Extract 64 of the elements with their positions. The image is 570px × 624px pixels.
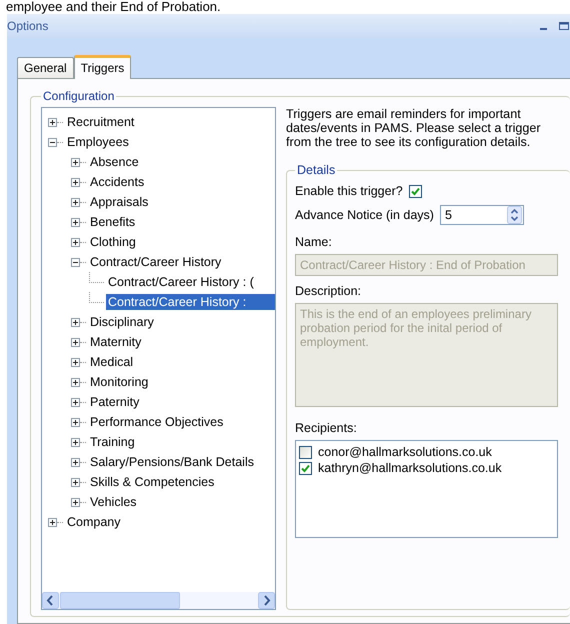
name-label: Name: [295, 235, 333, 249]
group-title: Details [296, 163, 336, 177]
expand-icon[interactable] [71, 318, 80, 326]
scroll-thumb[interactable] [60, 592, 180, 609]
collapse-icon[interactable] [48, 138, 57, 146]
expand-icon[interactable] [71, 458, 80, 466]
tree-item[interactable]: Training [88, 434, 137, 450]
tree-item[interactable]: Disciplinary [88, 314, 156, 330]
tree-item[interactable]: Monitoring [88, 374, 150, 390]
recipient-email: conor@hallmarksolutions.co.uk [318, 445, 492, 459]
tree-item[interactable]: Maternity [88, 334, 144, 350]
tree-item[interactable]: Contract/Career History [88, 254, 224, 270]
checkbox[interactable] [299, 446, 312, 458]
checkbox[interactable] [299, 462, 312, 474]
tree-item[interactable]: Company [65, 514, 122, 530]
expand-icon[interactable] [48, 118, 57, 126]
expand-icon[interactable] [71, 498, 80, 506]
intro-text: Triggers are email reminders for important dates/events in PAMS. Please select a trigger from the tree to see its configuration details. [286, 107, 542, 149]
tree-item[interactable]: Clothing [88, 234, 138, 250]
horizontal-scrollbar[interactable] [42, 592, 275, 609]
expand-icon[interactable] [71, 398, 80, 406]
tree-item[interactable]: Accidents [88, 174, 146, 190]
expand-icon[interactable] [71, 418, 80, 426]
expand-icon[interactable] [71, 178, 80, 186]
expand-icon[interactable] [71, 378, 80, 386]
expand-icon[interactable] [71, 218, 80, 226]
tree-item[interactable]: Contract/Career History : ( [106, 274, 256, 290]
expand-icon[interactable] [71, 438, 80, 446]
enable-label: Enable this trigger? [295, 184, 403, 198]
expand-icon[interactable] [71, 338, 80, 346]
maximize-icon[interactable] [558, 20, 570, 32]
tree-item[interactable]: Performance Objectives [88, 414, 226, 430]
spin-arrows-icon[interactable] [506, 206, 522, 224]
tree-item[interactable]: Medical [88, 354, 136, 370]
checkbox[interactable] [408, 184, 422, 198]
expand-icon[interactable] [71, 478, 80, 486]
tree-item[interactable]: Paternity [88, 394, 142, 410]
expand-icon[interactable] [48, 518, 57, 526]
tab[interactable]: Triggers [74, 55, 132, 79]
notice-label: Advance Notice (in days) [295, 208, 434, 222]
tree-item[interactable]: Benefits [88, 214, 138, 230]
tree-item[interactable]: Salary/Pensions/Bank Details [88, 454, 256, 470]
scroll-left-icon[interactable] [42, 592, 59, 609]
tree-item[interactable]: Recruitment [65, 114, 136, 130]
window-title: Options [7, 19, 48, 33]
tree-item[interactable]: Skills & Competencies [88, 474, 216, 490]
expand-icon[interactable] [71, 358, 80, 366]
tree-item[interactable]: Absence [88, 154, 141, 170]
group-title: Configuration [42, 89, 116, 103]
heading-text: employee and their End of Probation. [5, 0, 222, 14]
tab[interactable]: General [17, 57, 74, 78]
description-label: Description: [295, 284, 362, 298]
tree-item[interactable]: Contract/Career History : [106, 294, 275, 310]
recipients-label: Recipients: [295, 421, 358, 435]
tree-item[interactable]: Employees [65, 134, 131, 150]
tree-item[interactable]: Appraisals [88, 194, 150, 210]
expand-icon[interactable] [71, 158, 80, 166]
scroll-right-icon[interactable] [258, 592, 275, 609]
tree-item[interactable]: Vehicles [88, 494, 139, 510]
collapse-icon[interactable] [71, 258, 80, 266]
number-field[interactable]: 5 [440, 205, 524, 225]
expand-icon[interactable] [71, 198, 80, 206]
expand-icon[interactable] [71, 238, 80, 246]
recipient-email: kathryn@hallmarksolutions.co.uk [318, 461, 502, 475]
